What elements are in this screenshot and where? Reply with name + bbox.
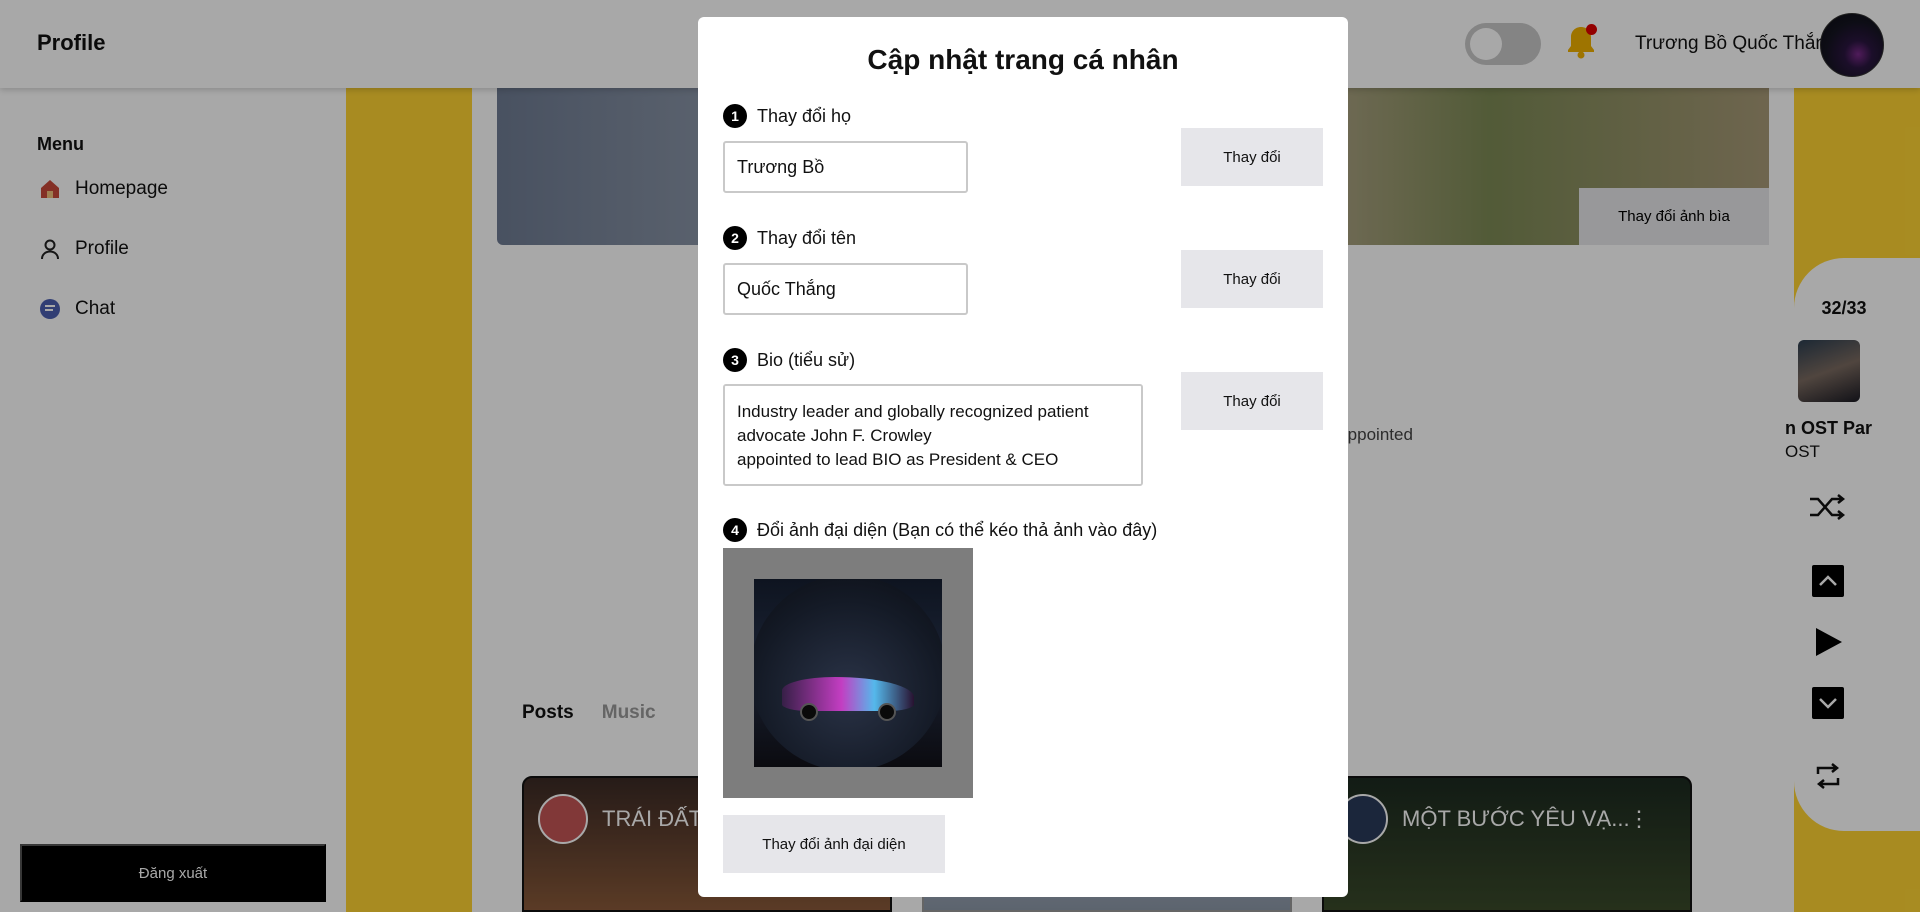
step-number-badge: 4 xyxy=(723,518,747,542)
change-avatar-button[interactable]: Thay đổi ảnh đại diện xyxy=(723,815,945,873)
step-number-badge: 2 xyxy=(723,226,747,250)
step-label-text: Thay đổi họ xyxy=(757,105,852,126)
change-last-name-button[interactable]: Thay đổi xyxy=(1181,128,1323,186)
step-label-text: Đổi ảnh đại diện (Bạn có thể kéo thả ảnh… xyxy=(757,519,1158,540)
edit-profile-modal: Cập nhật trang cá nhân 1 Thay đổi họ Tha… xyxy=(698,17,1348,897)
avatar-preview-image xyxy=(754,579,942,767)
last-name-input[interactable] xyxy=(723,141,968,193)
step-label-text: Bio (tiểu sử) xyxy=(757,349,856,370)
step-2-label: 2 Thay đổi tên xyxy=(723,226,856,250)
step-4-label: 4 Đổi ảnh đại diện (Bạn có thể kéo thả ả… xyxy=(723,518,1157,542)
step-number-badge: 1 xyxy=(723,104,747,128)
change-bio-button[interactable]: Thay đổi xyxy=(1181,372,1323,430)
step-3-label: 3 Bio (tiểu sử) xyxy=(723,348,855,372)
step-1-label: 1 Thay đổi họ xyxy=(723,104,851,128)
avatar-drop-zone[interactable] xyxy=(723,548,973,798)
step-number-badge: 3 xyxy=(723,348,747,372)
bio-textarea[interactable]: Industry leader and globally recognized … xyxy=(723,384,1143,486)
step-label-text: Thay đổi tên xyxy=(757,227,857,248)
modal-title: Cập nhật trang cá nhân xyxy=(867,44,1179,75)
change-first-name-button[interactable]: Thay đổi xyxy=(1181,250,1323,308)
first-name-input[interactable] xyxy=(723,263,968,315)
